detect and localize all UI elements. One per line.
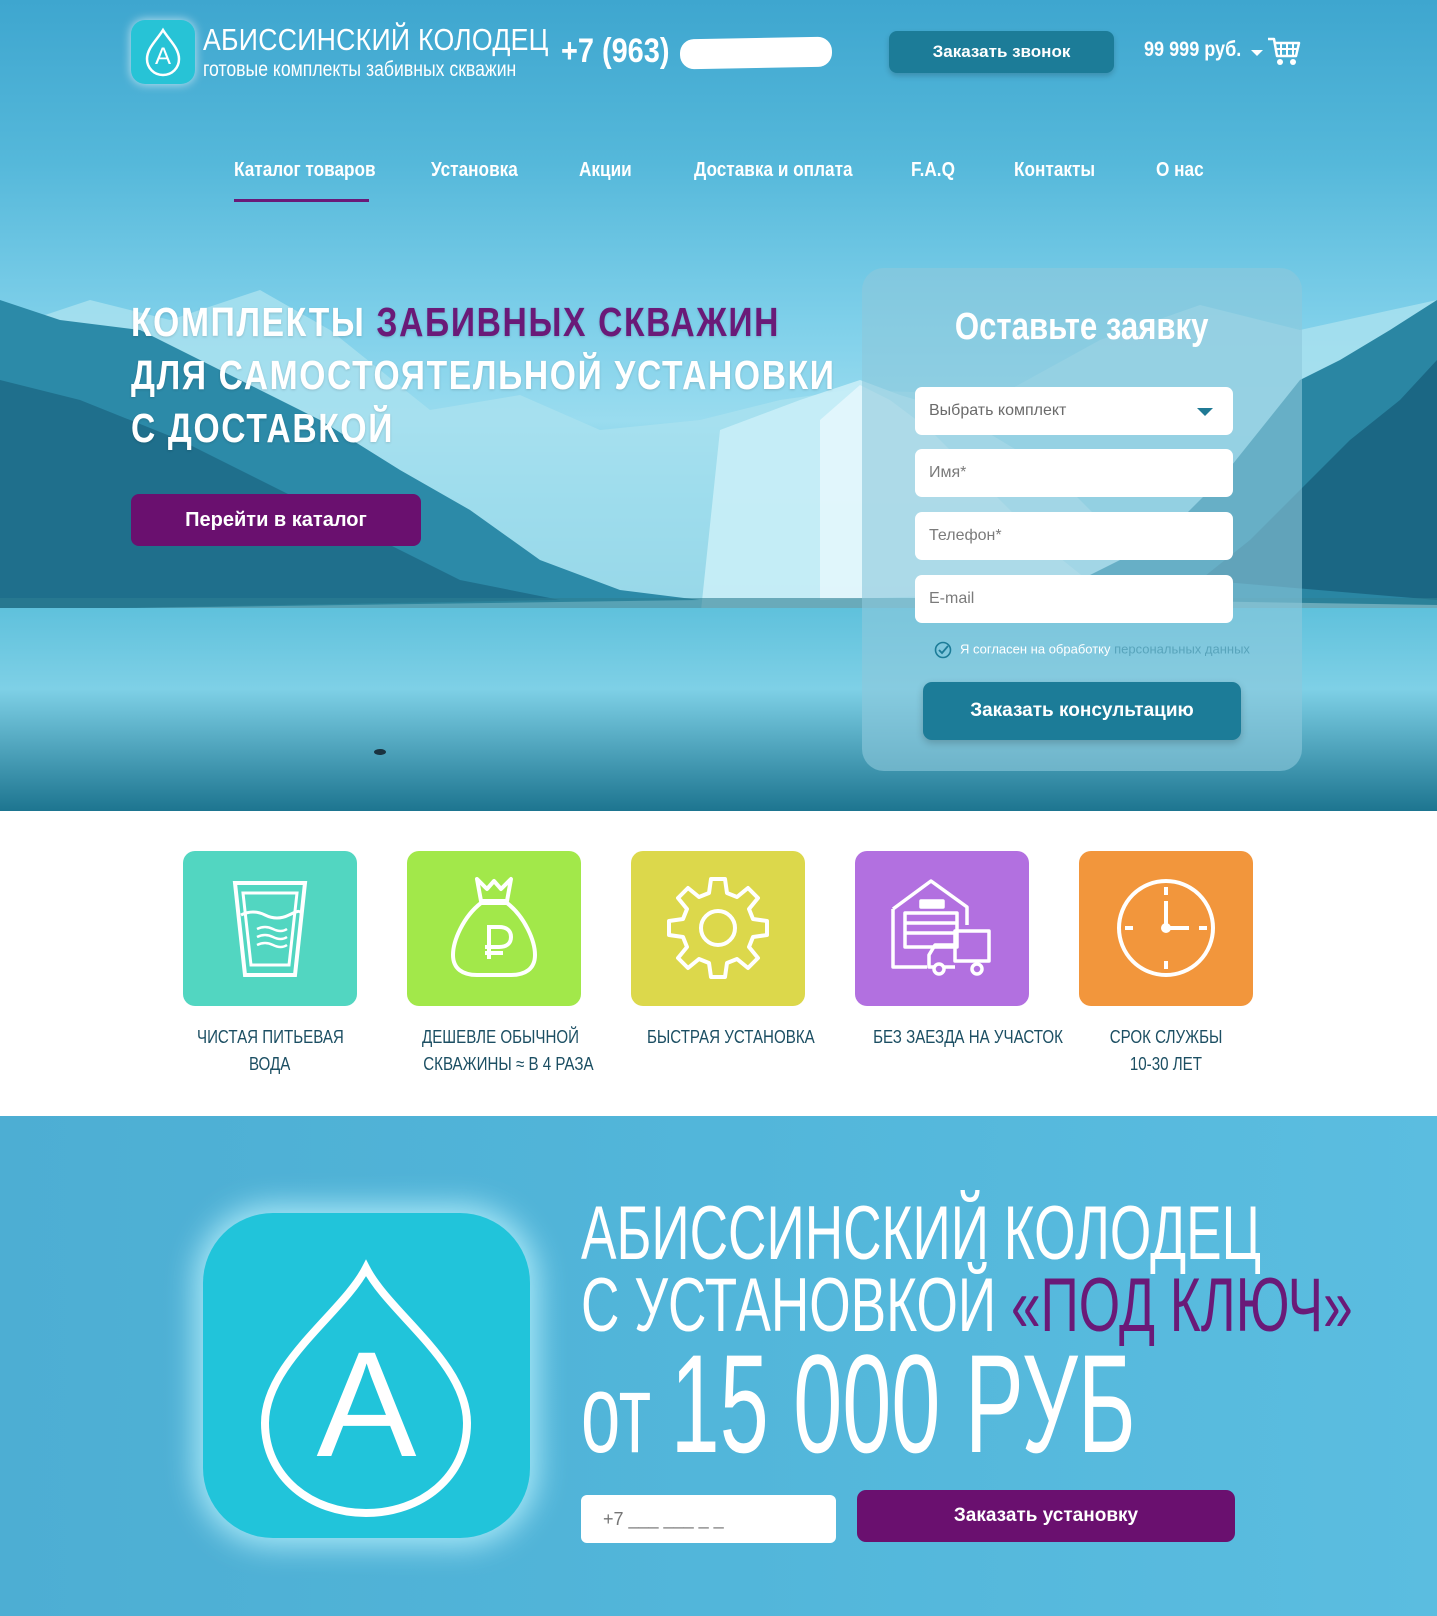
feature-label: БЫСТРАЯ УСТАНОВКА — [646, 1027, 815, 1047]
consent-text: Я согласен на обработку — [960, 641, 1115, 657]
phone-redaction — [679, 36, 833, 70]
feature-tile — [407, 851, 581, 1006]
water-glass-icon — [232, 881, 308, 977]
warehouse-truck-icon — [891, 879, 991, 976]
promo-title-line1: АБИССИНСКИЙ КОЛОДЕЦ — [581, 1191, 1261, 1276]
clock-icon — [1117, 879, 1215, 977]
go-to-catalog-button[interactable]: Перейти в каталог — [131, 494, 421, 546]
features-section: ЧИСТАЯ ПИТЬЕВАЯ ВОДА ДЕШЕВЛЕ ОБЫЧНОЙ СКВ… — [0, 811, 1437, 1116]
feature-cheaper: ДЕШЕВЛЕ ОБЫЧНОЙ СКВАЖИНЫ ≈ В 4 РАЗА — [407, 851, 594, 1078]
feature-service-life: СРОК СЛУЖБЫ 10-30 ЛЕТ — [1079, 851, 1253, 1078]
big-logo-letter: A — [316, 1320, 417, 1488]
order-consultation-button[interactable]: Заказать консультацию — [923, 682, 1241, 740]
shopping-cart-icon[interactable] — [1267, 36, 1301, 68]
feature-label: БЕЗ ЗАЕЗДА НА УЧАСТОК — [873, 1027, 1063, 1047]
feature-tile — [855, 851, 1029, 1006]
kit-select[interactable]: Выбрать комплект — [915, 387, 1233, 435]
gear-icon — [667, 877, 769, 979]
phone-field[interactable] — [915, 512, 1233, 560]
nav-item-installation[interactable]: Установка — [431, 159, 518, 182]
order-installation-button[interactable]: Заказать установку — [857, 1490, 1235, 1542]
feature-label: ДЕШЕВЛЕ ОБЫЧНОЙ СКВАЖИНЫ ≈ В 4 РАЗА — [421, 1027, 594, 1074]
kit-select-value: Выбрать комплект — [929, 402, 1067, 419]
hero-title: КОМПЛЕКТЫ ЗАБИВНЫХ СКВАЖИН ДЛЯ САМОСТОЯТ… — [131, 296, 836, 455]
order-call-button[interactable]: Заказать звонок — [889, 31, 1114, 73]
feature-no-visit: БЕЗ ЗАЕЗДА НА УЧАСТОК — [855, 851, 1063, 1051]
nav-item-catalog[interactable]: Каталог товаров — [234, 159, 376, 182]
brand-subtitle: готовые комплекты забивных скважин — [203, 58, 517, 81]
cart-total[interactable]: 99 999 руб. — [1144, 38, 1241, 62]
feature-label: ЧИСТАЯ ПИТЬЕВАЯ ВОДА — [196, 1027, 344, 1074]
nav-item-about[interactable]: О нас — [1156, 159, 1204, 182]
check-circle-icon[interactable] — [934, 641, 952, 659]
hero-title-line2: ДЛЯ САМОСТОЯТЕЛЬНОЙ УСТАНОВКИ — [131, 352, 836, 398]
hero-title-line3: С ДОСТАВКОЙ — [131, 405, 395, 451]
nav-item-faq[interactable]: F.A.Q — [911, 159, 955, 182]
nav-active-underline — [234, 199, 369, 202]
consent-checkbox[interactable]: Я согласен на обработку персональных дан… — [934, 641, 1250, 659]
name-field[interactable] — [915, 449, 1233, 497]
brand-title[interactable]: АБИССИНСКИЙ КОЛОДЕЦ — [203, 22, 549, 58]
money-bag-icon — [450, 877, 538, 977]
promo-section: A АБИССИНСКИЙ КОЛОДЕЦ С УСТАНОВКОЙ «ПОД … — [0, 1116, 1437, 1616]
form-title: Оставьте заявку — [955, 306, 1209, 348]
privacy-link[interactable]: персональных данных — [1114, 641, 1250, 656]
feature-tile — [631, 851, 805, 1006]
hero-title-accent: ЗАБИВНЫХ СКВАЖИН — [376, 299, 781, 345]
feature-clean-water: ЧИСТАЯ ПИТЬЕВАЯ ВОДА — [183, 851, 357, 1078]
hero-section: A АБИССИНСКИЙ КОЛОДЕЦ готовые комплекты … — [0, 0, 1437, 811]
promo-phone-input[interactable] — [581, 1495, 836, 1543]
nav-item-delivery[interactable]: Доставка и оплата — [694, 159, 853, 182]
nav-item-contacts[interactable]: Контакты — [1014, 159, 1095, 182]
request-form: Оставьте заявку Выбрать комплект Я согла… — [862, 268, 1302, 771]
email-field[interactable] — [915, 575, 1233, 623]
nav-item-promotions[interactable]: Акции — [579, 159, 632, 182]
feature-fast-install: БЫСТРАЯ УСТАНОВКА — [631, 851, 815, 1051]
header-phone[interactable]: +7 (963) — [561, 32, 669, 71]
logo-icon[interactable]: A — [131, 20, 195, 84]
logo-letter: A — [154, 43, 171, 70]
big-logo-icon: A — [203, 1213, 530, 1538]
promo-price: от 15 000 РУБ — [581, 1325, 1136, 1482]
chevron-down-icon[interactable] — [1251, 50, 1263, 56]
chevron-down-icon — [1197, 408, 1213, 416]
feature-tile — [183, 851, 357, 1006]
feature-tile — [1079, 851, 1253, 1006]
hero-title-part1: КОМПЛЕКТЫ — [131, 299, 377, 345]
feature-label: СРОК СЛУЖБЫ 10-30 ЛЕТ — [1109, 1027, 1223, 1074]
